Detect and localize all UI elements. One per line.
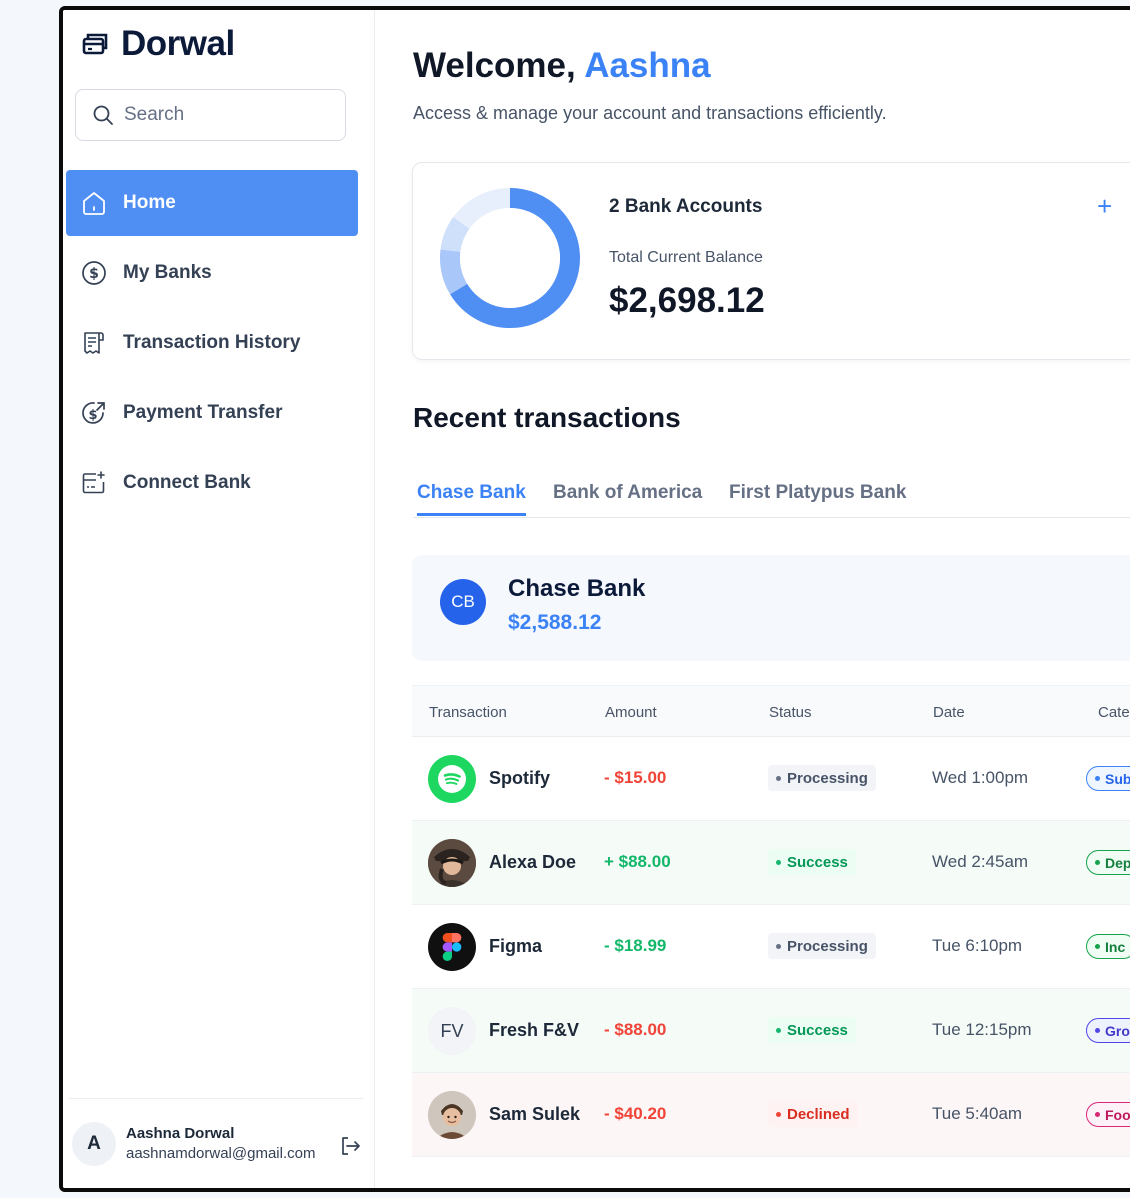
table-row[interactable]: Figma - $18.99 Processing Tue 6:10pm Inc [412, 905, 1130, 989]
table-row[interactable]: Spotify - $15.00 Processing Wed 1:00pm S… [412, 737, 1130, 821]
spotify-icon [428, 755, 476, 803]
bank-tabs: Chase Bank Bank of America First Platypu… [413, 476, 1130, 518]
transaction-name: Figma [489, 936, 543, 956]
total-balance-amount: $2,698.12 [609, 281, 765, 320]
money-send-icon: $ [80, 399, 108, 427]
table-header: Transaction Amount Status Date Cate [412, 685, 1130, 737]
total-balance-label: Total Current Balance [609, 249, 763, 266]
sidebar-item-label: Connect Bank [123, 472, 251, 493]
sidebar-item-my-banks[interactable]: $ My Banks [66, 240, 358, 306]
greeting: Welcome, [413, 46, 576, 85]
logout-icon[interactable] [339, 1135, 361, 1157]
receipt-icon [80, 329, 108, 357]
dollar-circle-icon: $ [80, 259, 108, 287]
transaction-date: Tue 6:10pm [932, 936, 1023, 955]
transaction-date: Tue 5:40am [932, 1104, 1023, 1123]
brand-name: Dorwal [121, 24, 235, 63]
status-badge: Processing [768, 765, 876, 791]
status-badge: Success [768, 849, 856, 875]
column-header: Status [769, 704, 812, 721]
app-window: Dorwal Home $ My Banks [59, 6, 1130, 1192]
recent-transactions-title: Recent transactions [413, 402, 681, 433]
sidebar-item-label: Home [123, 192, 176, 213]
category-badge: Dep [1086, 850, 1130, 875]
sidebar-item-home[interactable]: Home [66, 170, 358, 236]
column-header: Cate [1098, 704, 1130, 721]
sidebar-item-payment-transfer[interactable]: $ Payment Transfer [66, 380, 358, 446]
brand[interactable]: Dorwal [81, 24, 235, 64]
transaction-name: Spotify [489, 768, 550, 788]
sidebar-nav: Home $ My Banks Transaction History $ Pa… [66, 170, 358, 520]
sidebar-item-label: My Banks [123, 262, 212, 283]
sidebar-item-label: Payment Transfer [123, 402, 283, 423]
bank-summary: CB Chase Bank $2,588.12 [412, 555, 1130, 661]
balance-card: 2 Bank Accounts Total Current Balance $2… [412, 162, 1130, 360]
home-icon [80, 189, 108, 217]
user-first-name: Aashna [584, 46, 711, 85]
bank-initials-badge: CB [440, 579, 486, 625]
transaction-name: Fresh F&V [489, 1020, 580, 1040]
sidebar-item-connect-bank[interactable]: Connect Bank [66, 450, 358, 516]
tab-first-platypus-bank[interactable]: First Platypus Bank [729, 482, 906, 513]
transaction-date: Wed 2:45am [932, 852, 1029, 871]
merchant-initials: FV [428, 1007, 476, 1055]
category-badge: Sub [1086, 766, 1130, 791]
add-bank-button[interactable]: + [1097, 191, 1121, 221]
main-content: Welcome, Aashna Access & manage your acc… [375, 10, 1130, 1188]
balance-donut-chart [440, 188, 580, 328]
bank-account-count: 2 Bank Accounts [609, 196, 763, 217]
avatar: A [72, 1121, 116, 1166]
page-subtitle: Access & manage your account and transac… [413, 103, 887, 123]
transactions-table: Transaction Amount Status Date Cate Spot… [412, 685, 1130, 1157]
table-row[interactable]: Sam Sulek - $40.20 Declined Tue 5:40am F… [412, 1073, 1130, 1157]
tab-bank-of-america[interactable]: Bank of America [553, 482, 702, 513]
category-badge: Inc [1086, 934, 1130, 959]
status-badge: Processing [768, 933, 876, 959]
search-icon [93, 105, 113, 125]
figma-icon [428, 923, 476, 971]
user-name: Aashna Dorwal [126, 1125, 235, 1142]
search-input[interactable] [124, 104, 324, 126]
user-profile[interactable]: A Aashna Dorwal aashnamdorwal@gmail.com [69, 1098, 363, 1188]
bank-add-icon [80, 469, 108, 497]
category-badge: Gro [1086, 1018, 1130, 1043]
user-email: aashnamdorwal@gmail.com [126, 1145, 316, 1162]
page-title: Welcome, Aashna [413, 46, 711, 86]
table-row[interactable]: FV Fresh F&V - $88.00 Success Tue 12:15p… [412, 989, 1130, 1073]
category-badge: Foo [1086, 1102, 1130, 1127]
avatar [428, 1091, 476, 1139]
sidebar-item-transaction-history[interactable]: Transaction History [66, 310, 358, 376]
tab-chase-bank[interactable]: Chase Bank [417, 482, 526, 516]
transaction-amount: - $40.20 [604, 1104, 667, 1123]
bank-name: Chase Bank [508, 575, 646, 602]
column-header: Amount [605, 704, 657, 721]
transaction-date: Wed 1:00pm [932, 768, 1029, 787]
sidebar: Dorwal Home $ My Banks [63, 10, 375, 1188]
transaction-amount: - $18.99 [604, 936, 667, 955]
table-row[interactable]: Alexa Doe + $88.00 Success Wed 2:45am De… [412, 821, 1130, 905]
transaction-name: Sam Sulek [489, 1104, 581, 1124]
transaction-name: Alexa Doe [489, 852, 577, 872]
bank-balance: $2,588.12 [508, 611, 602, 634]
svg-text:$: $ [88, 408, 97, 423]
search-box[interactable] [75, 89, 346, 141]
transaction-amount: + $88.00 [604, 852, 671, 871]
transaction-date: Tue 12:15pm [932, 1020, 1032, 1039]
transaction-amount: - $88.00 [604, 1020, 667, 1039]
column-header: Date [933, 704, 965, 721]
card-icon [82, 33, 108, 55]
svg-text:$: $ [89, 266, 99, 282]
sidebar-item-label: Transaction History [123, 332, 301, 353]
column-header: Transaction [429, 704, 507, 721]
status-badge: Success [768, 1017, 856, 1043]
transaction-amount: - $15.00 [604, 768, 667, 787]
status-badge: Declined [768, 1101, 858, 1127]
avatar [428, 839, 476, 887]
